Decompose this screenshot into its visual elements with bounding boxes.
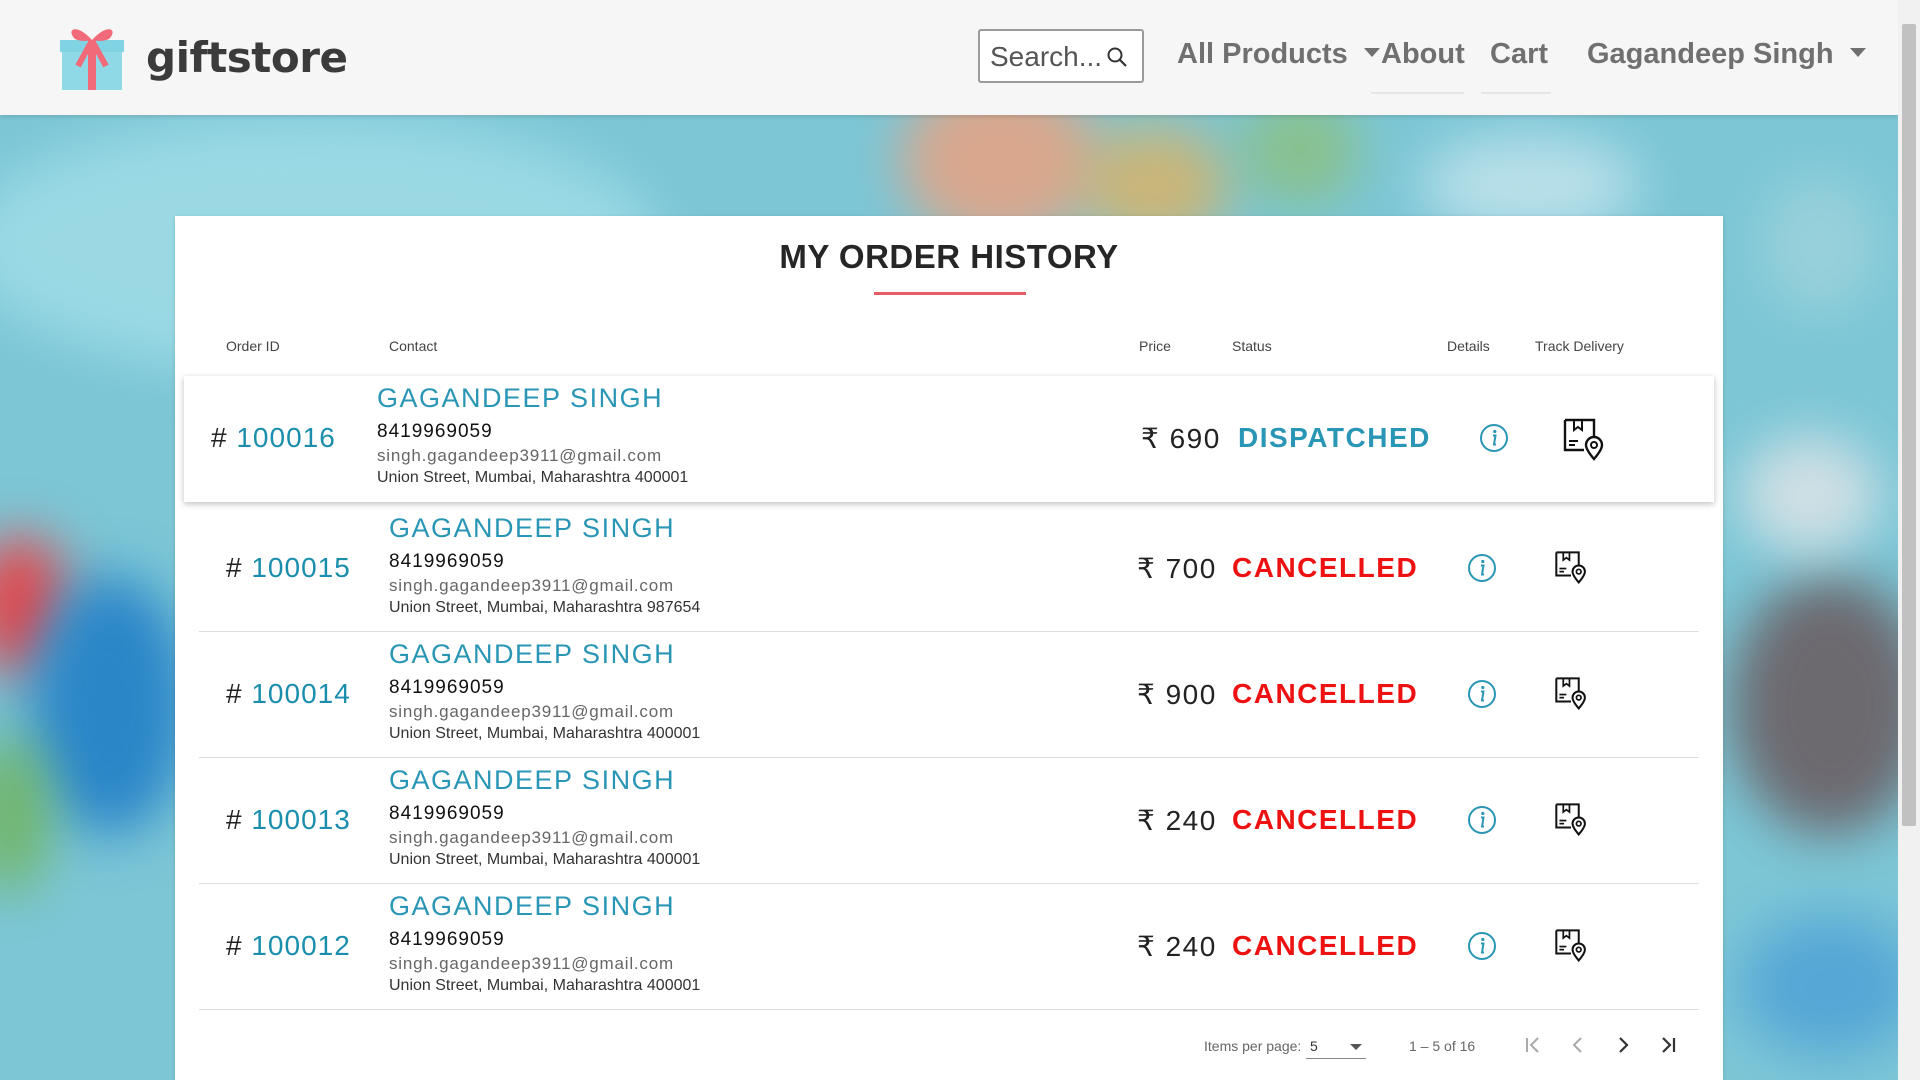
contact-phone: 8419969059: [389, 803, 505, 824]
order-id-hash: #: [226, 678, 243, 709]
items-per-page-value: 5: [1310, 1038, 1318, 1054]
gift-box-icon: [60, 29, 124, 90]
items-per-page-select[interactable]: 5: [1306, 1034, 1366, 1059]
nav-user-label: Gagandeep Singh: [1587, 38, 1834, 70]
dropdown-arrow-icon: [1350, 1044, 1362, 1050]
delivery-location-icon[interactable]: [1554, 676, 1588, 710]
order-id: # 100015: [226, 552, 351, 584]
column-header-status: Status: [1232, 338, 1272, 354]
info-circle-icon[interactable]: [1467, 679, 1497, 709]
contact-address: Union Street, Mumbai, Maharashtra 987654: [389, 599, 701, 616]
order-id: # 100013: [226, 804, 351, 836]
order-row[interactable]: # 100013 GAGANDEEP SINGH 8419969059 sing…: [199, 758, 1699, 884]
delivery-location-icon[interactable]: [1554, 550, 1588, 584]
contact-email: singh.gagandeep3911@gmail.com: [389, 828, 674, 847]
page-scrollbar[interactable]: [1898, 0, 1920, 1080]
order-price: ₹ 240: [1137, 931, 1217, 962]
contact-name: GAGANDEEP SINGH: [389, 891, 676, 921]
last-page-icon[interactable]: [1656, 1033, 1680, 1057]
paginator: Items per page: 5 1 – 5 of 16: [175, 1020, 1723, 1070]
contact-name: GAGANDEEP SINGH: [389, 639, 676, 669]
order-price: ₹ 690: [1141, 423, 1221, 454]
contact-email: singh.gagandeep3911@gmail.com: [389, 954, 674, 973]
info-circle-icon[interactable]: [1467, 931, 1497, 961]
contact-address: Union Street, Mumbai, Maharashtra 400001: [389, 977, 701, 994]
search-icon[interactable]: [1106, 46, 1128, 68]
nav-all-products-label: All Products: [1177, 38, 1348, 70]
order-id: # 100012: [226, 930, 351, 962]
brand-name: giftstore: [146, 32, 348, 82]
contact-address: Union Street, Mumbai, Maharashtra 400001: [389, 851, 701, 868]
contact-phone: 8419969059: [389, 551, 505, 572]
page-title: MY ORDER HISTORY: [779, 238, 1119, 275]
brand-logo-link[interactable]: giftstore: [60, 22, 348, 92]
contact-name: GAGANDEEP SINGH: [389, 765, 676, 795]
nav-all-products-dropdown[interactable]: All Products: [1177, 38, 1380, 71]
order-price: ₹ 700: [1137, 553, 1217, 584]
contact-phone: 8419969059: [389, 677, 505, 698]
search-box: [978, 29, 1144, 83]
order-price: ₹ 240: [1137, 805, 1217, 836]
contact-email: singh.gagandeep3911@gmail.com: [389, 702, 674, 721]
column-header-track-delivery: Track Delivery: [1535, 338, 1624, 354]
delivery-location-icon[interactable]: [1554, 802, 1588, 836]
order-status: CANCELLED: [1232, 678, 1419, 709]
column-header-price: Price: [1139, 338, 1171, 354]
order-status: CANCELLED: [1232, 552, 1419, 583]
caret-down-icon: [1849, 47, 1866, 57]
nav-about-underline: [1371, 92, 1464, 94]
order-id-hash: #: [226, 930, 243, 961]
chevron-right-icon[interactable]: [1611, 1033, 1635, 1057]
order-status: DISPATCHED: [1238, 422, 1431, 453]
contact-name: GAGANDEEP SINGH: [389, 513, 676, 543]
order-id-hash: #: [226, 552, 243, 583]
order-row[interactable]: # 100016 GAGANDEEP SINGH 8419969059 sing…: [184, 376, 1714, 502]
contact-name: GAGANDEEP SINGH: [377, 383, 664, 413]
order-id-hash: #: [211, 422, 228, 453]
info-circle-icon[interactable]: [1467, 553, 1497, 583]
order-id-hash: #: [226, 804, 243, 835]
column-header-order-id: Order ID: [226, 338, 280, 354]
info-circle-icon[interactable]: [1467, 805, 1497, 835]
order-id-number[interactable]: 100016: [236, 422, 335, 453]
order-row[interactable]: # 100014 GAGANDEEP SINGH 8419969059 sing…: [199, 632, 1699, 758]
nav-cart-link[interactable]: Cart: [1490, 38, 1548, 71]
order-row[interactable]: # 100012 GAGANDEEP SINGH 8419969059 sing…: [199, 884, 1699, 1010]
nav-cart-underline: [1481, 92, 1551, 94]
items-per-page-label: Items per page:: [1204, 1038, 1302, 1054]
contact-phone: 8419969059: [389, 929, 505, 950]
order-row[interactable]: # 100015 GAGANDEEP SINGH 8419969059 sing…: [199, 506, 1699, 632]
order-id: # 100014: [226, 678, 351, 710]
contact-email: singh.gagandeep3911@gmail.com: [377, 446, 662, 465]
order-price: ₹ 900: [1137, 679, 1217, 710]
caret-down-icon: [1363, 47, 1380, 57]
nav-about-link[interactable]: About: [1381, 38, 1465, 71]
page-range-label: 1 – 5 of 16: [1409, 1038, 1476, 1054]
order-status: CANCELLED: [1232, 930, 1419, 961]
navbar: giftstore All Products About Cart Gagand…: [0, 0, 1898, 115]
delivery-location-icon[interactable]: [1554, 928, 1588, 962]
title-underline: [874, 292, 1026, 295]
order-status: CANCELLED: [1232, 804, 1419, 835]
column-header-details: Details: [1447, 338, 1490, 354]
scrollbar-thumb[interactable]: [1902, 24, 1916, 826]
order-id-number[interactable]: 100015: [251, 552, 350, 583]
delivery-location-icon[interactable]: [1562, 417, 1606, 461]
order-id-number[interactable]: 100013: [251, 804, 350, 835]
search-input[interactable]: [988, 39, 1112, 75]
contact-address: Union Street, Mumbai, Maharashtra 400001: [377, 469, 689, 486]
contact-address: Union Street, Mumbai, Maharashtra 400001: [389, 725, 701, 742]
column-header-contact: Contact: [389, 338, 438, 354]
info-circle-icon[interactable]: [1479, 423, 1509, 453]
order-id-number[interactable]: 100014: [251, 678, 350, 709]
contact-email: singh.gagandeep3911@gmail.com: [389, 576, 674, 595]
chevron-left-icon[interactable]: [1566, 1033, 1590, 1057]
order-id: # 100016: [211, 422, 336, 454]
nav-user-dropdown[interactable]: Gagandeep Singh: [1587, 38, 1866, 71]
contact-phone: 8419969059: [377, 421, 493, 442]
order-id-number[interactable]: 100012: [251, 930, 350, 961]
first-page-icon[interactable]: [1521, 1033, 1545, 1057]
order-history-card: MY ORDER HISTORY Order ID Contact Price …: [175, 216, 1723, 1080]
